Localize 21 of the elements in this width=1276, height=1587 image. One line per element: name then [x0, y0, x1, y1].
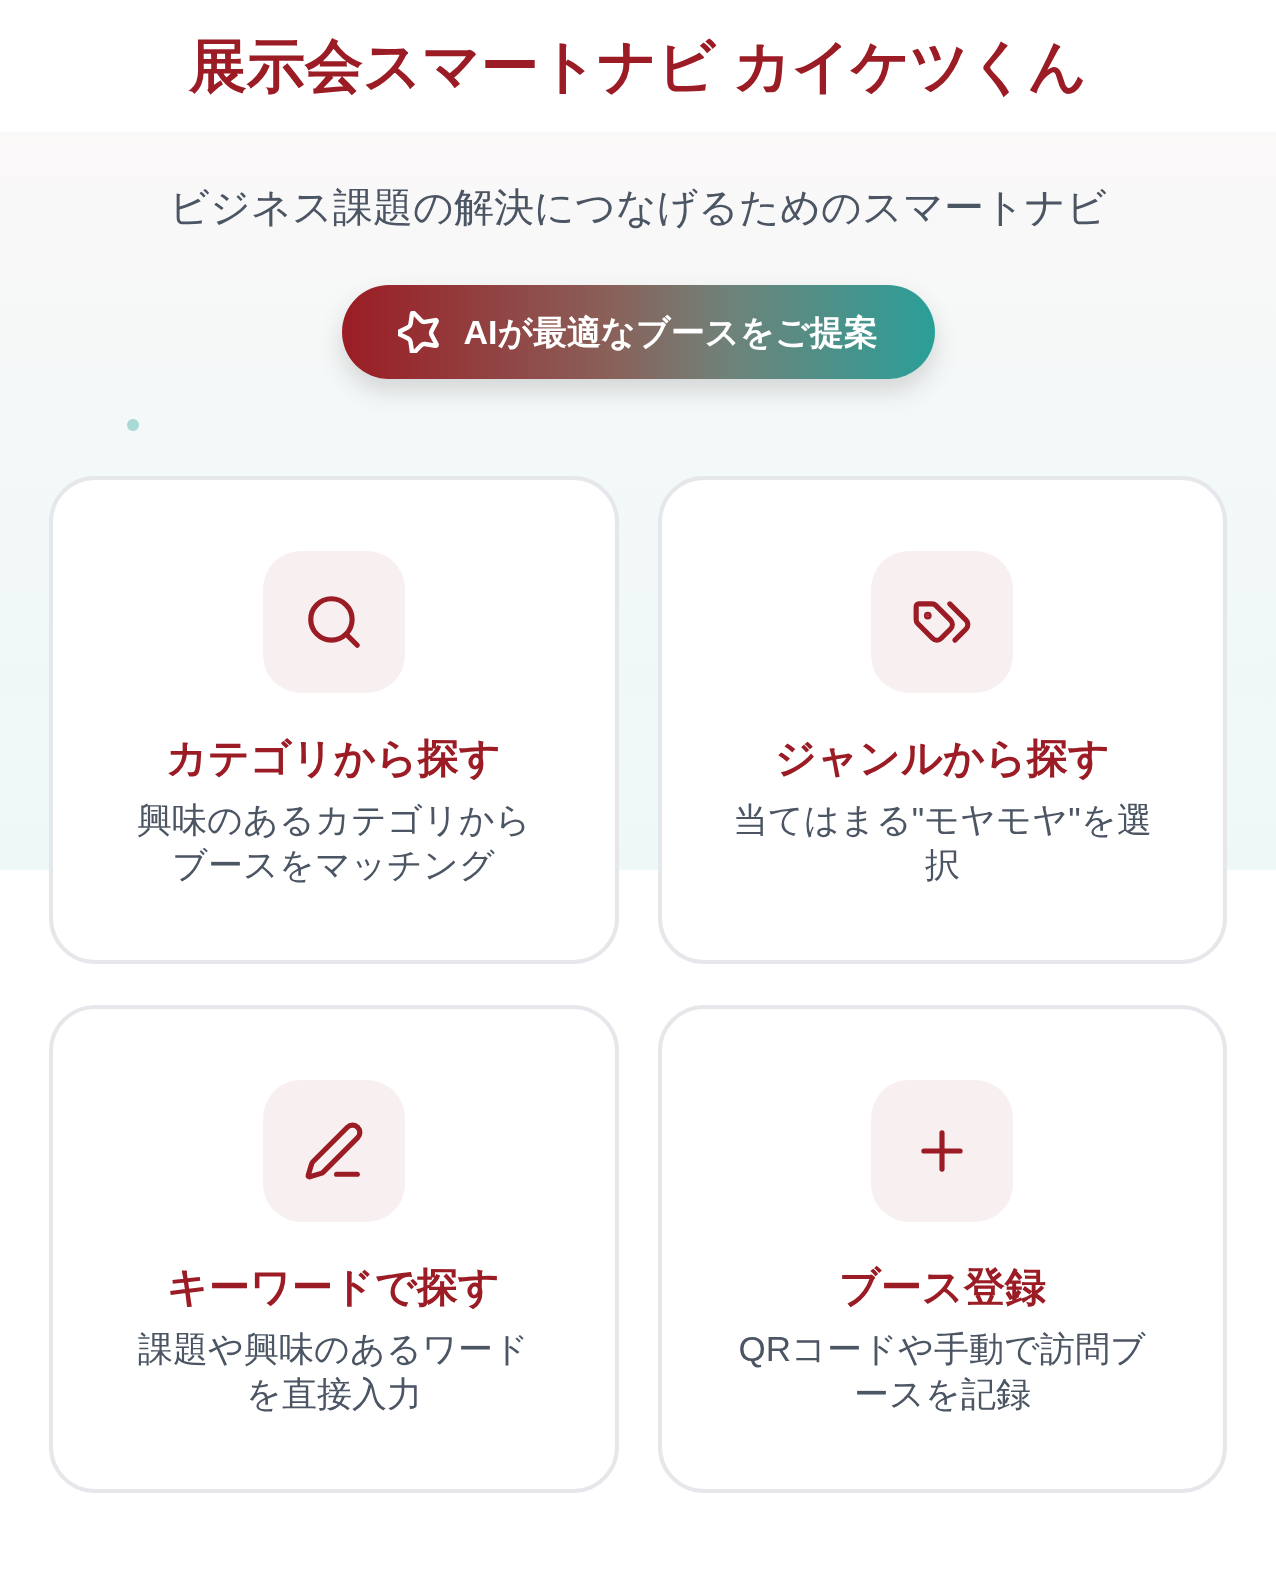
card-title: ブース登録 — [838, 1263, 1046, 1312]
tags-icon — [871, 551, 1014, 693]
app-title: 展示会スマートナビ カイケツくん — [189, 32, 1087, 101]
menu-card[interactable]: ブース登録 QRコードや手動で訪問ブースを記録 — [657, 1005, 1227, 1493]
card-title: ジャンルから探す — [774, 734, 1110, 783]
menu-card[interactable]: カテゴリから探す 興味のあるカテゴリからブースをマッチング — [49, 476, 619, 964]
card-title: カテゴリから探す — [166, 734, 502, 783]
ai-suggest-button[interactable]: AIが最適なブースをご提案 — [341, 285, 935, 379]
star-icon — [397, 311, 440, 353]
pen-icon — [262, 1080, 405, 1222]
search-icon — [262, 551, 405, 693]
menu-card[interactable]: キーワードで探す 課題や興味のあるワードを直接入力 — [49, 1005, 619, 1493]
card-description: 課題や興味のあるワードを直接入力 — [137, 1328, 531, 1415]
card-title: キーワードで探す — [167, 1263, 501, 1312]
menu-card[interactable]: ジャンルから探す 当てはまる"モヤモヤ"を選択 — [657, 476, 1227, 964]
card-description: 当てはまる"モヤモヤ"を選択 — [732, 799, 1152, 886]
hero-subtitle: ビジネス課題の解決につなげるためのスマートナビ — [169, 184, 1107, 231]
plus-icon — [871, 1080, 1014, 1222]
dot-icon — [127, 419, 139, 431]
card-description: QRコードや手動で訪問ブースを記録 — [737, 1328, 1147, 1415]
card-description: 興味のあるカテゴリからブースをマッチング — [135, 799, 532, 886]
